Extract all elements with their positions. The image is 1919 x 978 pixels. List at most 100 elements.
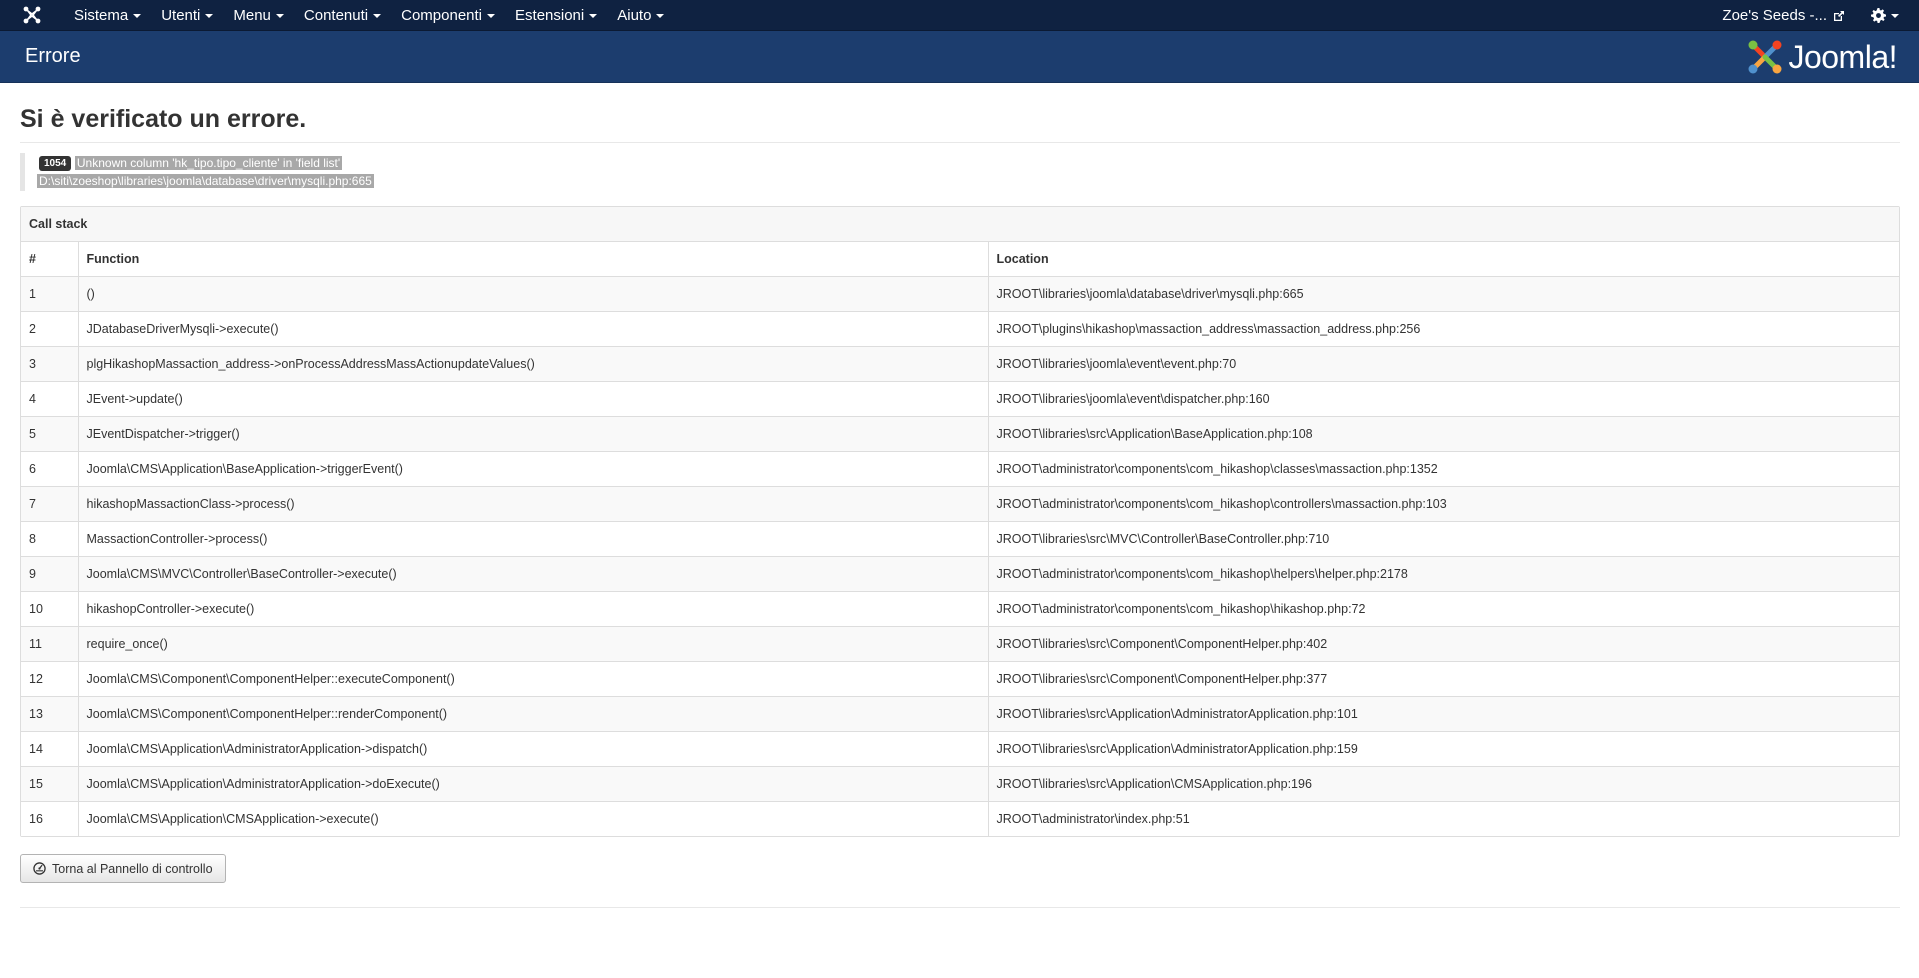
cell-function: JDatabaseDriverMysqli->execute() <box>77 310 988 346</box>
cell-number: 3 <box>21 345 78 381</box>
error-file: D:\siti\zoeshop\libraries\joomla\databas… <box>37 174 374 188</box>
cell-function: hikashopController->execute() <box>77 590 988 626</box>
brand-name: Joomla! <box>1788 38 1897 75</box>
menu-item-menu[interactable]: Menu <box>223 0 294 31</box>
chevron-down-icon <box>275 13 284 18</box>
external-link-icon <box>1834 10 1844 21</box>
joomla-logo: Joomla! <box>1746 37 1897 77</box>
cell-function: Joomla\CMS\Application\BaseApplication->… <box>77 450 988 486</box>
cell-function: Joomla\CMS\Application\AdministratorAppl… <box>77 730 988 766</box>
table-row: 7 hikashopMassactionClass->process() JROOT… <box>21 485 1899 521</box>
settings-menu[interactable] <box>1859 0 1919 31</box>
cell-number: 10 <box>21 590 78 626</box>
cell-location: JROOT\administrator\components\com_hikas… <box>987 555 1899 591</box>
error-message: 1054 Unknown column 'hk_tipo.tipo_client… <box>20 153 1900 191</box>
cell-location: JROOT\plugins\hikashop\massaction_addres… <box>987 310 1899 346</box>
menu-item-componenti[interactable]: Componenti <box>391 0 505 31</box>
cell-function: Joomla\CMS\Component\ComponentHelper::re… <box>77 695 988 731</box>
cell-number: 9 <box>21 555 78 591</box>
table-row: 2 JDatabaseDriverMysqli->execute() JROOT\p… <box>21 310 1899 346</box>
error-text: Unknown column 'hk_tipo.tipo_cliente' in… <box>74 156 343 170</box>
menu-item-utenti[interactable]: Utenti <box>151 0 223 31</box>
cell-function: plgHikashopMassaction_address->onProcess… <box>77 345 988 381</box>
cell-number: 16 <box>21 800 78 836</box>
page-title: Errore <box>25 45 81 67</box>
menu-item-label: Contenuti <box>303 6 369 24</box>
menu-item-sistema[interactable]: Sistema <box>64 0 151 31</box>
menu-item-aiuto[interactable]: Aiuto <box>607 0 674 31</box>
site-name: Zoe's Seeds -... <box>1722 7 1827 24</box>
menu-item-label: Utenti <box>161 6 201 24</box>
cell-number: 11 <box>21 625 78 661</box>
cell-function: JEvent->update() <box>77 380 988 416</box>
error-heading: Si è verificato un errore. <box>20 105 1900 143</box>
cell-number: 8 <box>21 520 78 556</box>
table-row: 14 Joomla\CMS\Application\AdministratorAp… <box>21 730 1899 766</box>
cell-function: Joomla\CMS\MVC\Controller\BaseController… <box>77 555 988 591</box>
subhead: Errore Joomla! <box>0 31 1919 83</box>
cell-function: require_once() <box>77 625 988 661</box>
chevron-down-icon <box>487 13 496 18</box>
table-row: 6 Joomla\CMS\Application\BaseApplication-… <box>21 450 1899 486</box>
chevron-down-icon <box>1891 14 1899 18</box>
dashboard-icon <box>33 862 46 875</box>
site-link[interactable]: Zoe's Seeds -... <box>1708 0 1859 31</box>
cell-function: () <box>77 275 988 311</box>
column-header-function: Function <box>77 240 988 276</box>
cell-number: 14 <box>21 730 78 766</box>
table-row: 5 JEventDispatcher->trigger() JROOT\librar… <box>21 415 1899 451</box>
menu-item-estensioni[interactable]: Estensioni <box>505 0 607 31</box>
table-row: 3 plgHikashopMassaction_address->onProces… <box>21 345 1899 381</box>
table-row: 10 hikashopController->execute() JROOT\adm… <box>21 590 1899 626</box>
table-row: 13 Joomla\CMS\Component\ComponentHelper::… <box>21 695 1899 731</box>
cell-function: Joomla\CMS\Application\CMSApplication->e… <box>77 800 988 836</box>
chevron-down-icon <box>133 13 142 18</box>
back-to-control-panel-button[interactable]: Torna al Pannello di controllo <box>20 854 226 883</box>
cell-function: JEventDispatcher->trigger() <box>77 415 988 451</box>
table-row: 15 Joomla\CMS\Application\AdministratorAp… <box>21 765 1899 801</box>
menu-item-label: Estensioni <box>515 6 585 24</box>
menu-item-label: Menu <box>233 6 271 24</box>
cell-location: JROOT\administrator\components\com_hikas… <box>987 485 1899 521</box>
call-stack-caption: Call stack <box>21 207 1899 241</box>
cell-number: 15 <box>21 765 78 801</box>
chevron-down-icon <box>589 13 598 18</box>
menu-item-label: Aiuto <box>617 6 652 24</box>
chevron-down-icon <box>205 13 214 18</box>
cell-location: JROOT\libraries\src\Component\ComponentH… <box>987 660 1899 696</box>
cell-location: JROOT\libraries\src\Application\BaseAppl… <box>987 415 1899 451</box>
table-row: 16 Joomla\CMS\Application\CMSApplication-… <box>21 800 1899 836</box>
table-row: 11 require_once() JROOT\libraries\src\Comp… <box>21 625 1899 661</box>
cell-location: JROOT\libraries\src\Component\ComponentH… <box>987 625 1899 661</box>
cell-location: JROOT\libraries\src\Application\Administ… <box>987 730 1899 766</box>
table-row: 1() JROOT\libraries\joomla\database\drive… <box>21 275 1899 311</box>
top-navbar: Sistema Utenti Menu Contenuti Componenti Este… <box>0 0 1919 31</box>
cell-number: 4 <box>21 380 78 416</box>
table-row: 9 Joomla\CMS\MVC\Controller\BaseControlle… <box>21 555 1899 591</box>
cell-number: 7 <box>21 485 78 521</box>
joomla-icon[interactable] <box>0 0 64 31</box>
navbar-right: Zoe's Seeds -... <box>1708 0 1919 31</box>
main-content: Si è verificato un errore. 1054 Unknown … <box>20 83 1900 908</box>
cell-function: Joomla\CMS\Component\ComponentHelper::ex… <box>77 660 988 696</box>
cell-location: JROOT\libraries\joomla\event\dispatcher.… <box>987 380 1899 416</box>
cell-location: JROOT\libraries\src\MVC\Controller\BaseC… <box>987 520 1899 556</box>
cell-location: JROOT\libraries\src\Application\Administ… <box>987 695 1899 731</box>
chevron-down-icon <box>373 13 382 18</box>
cell-location: JROOT\administrator\index.php:51 <box>987 800 1899 836</box>
menu-item-contenuti[interactable]: Contenuti <box>294 0 391 31</box>
menu-item-label: Sistema <box>74 6 129 24</box>
cell-location: JROOT\administrator\components\com_hikas… <box>987 590 1899 626</box>
gear-icon <box>1871 8 1886 23</box>
table-row: 4 JEvent->update() JROOT\libraries\joomla\… <box>21 380 1899 416</box>
footer-divider <box>20 907 1900 908</box>
cell-location: JROOT\libraries\joomla\database\driver\m… <box>987 275 1899 311</box>
cell-location: JROOT\libraries\src\Application\CMSAppli… <box>987 765 1899 801</box>
column-header-number: # <box>21 240 78 276</box>
column-header-location: Location <box>987 240 1899 276</box>
cell-number: 2 <box>21 310 78 346</box>
cell-function: MassactionController->process() <box>77 520 988 556</box>
table-row: 12 Joomla\CMS\Component\ComponentHelper::… <box>21 660 1899 696</box>
error-code-badge: 1054 <box>39 156 72 172</box>
cell-number: 13 <box>21 695 78 731</box>
